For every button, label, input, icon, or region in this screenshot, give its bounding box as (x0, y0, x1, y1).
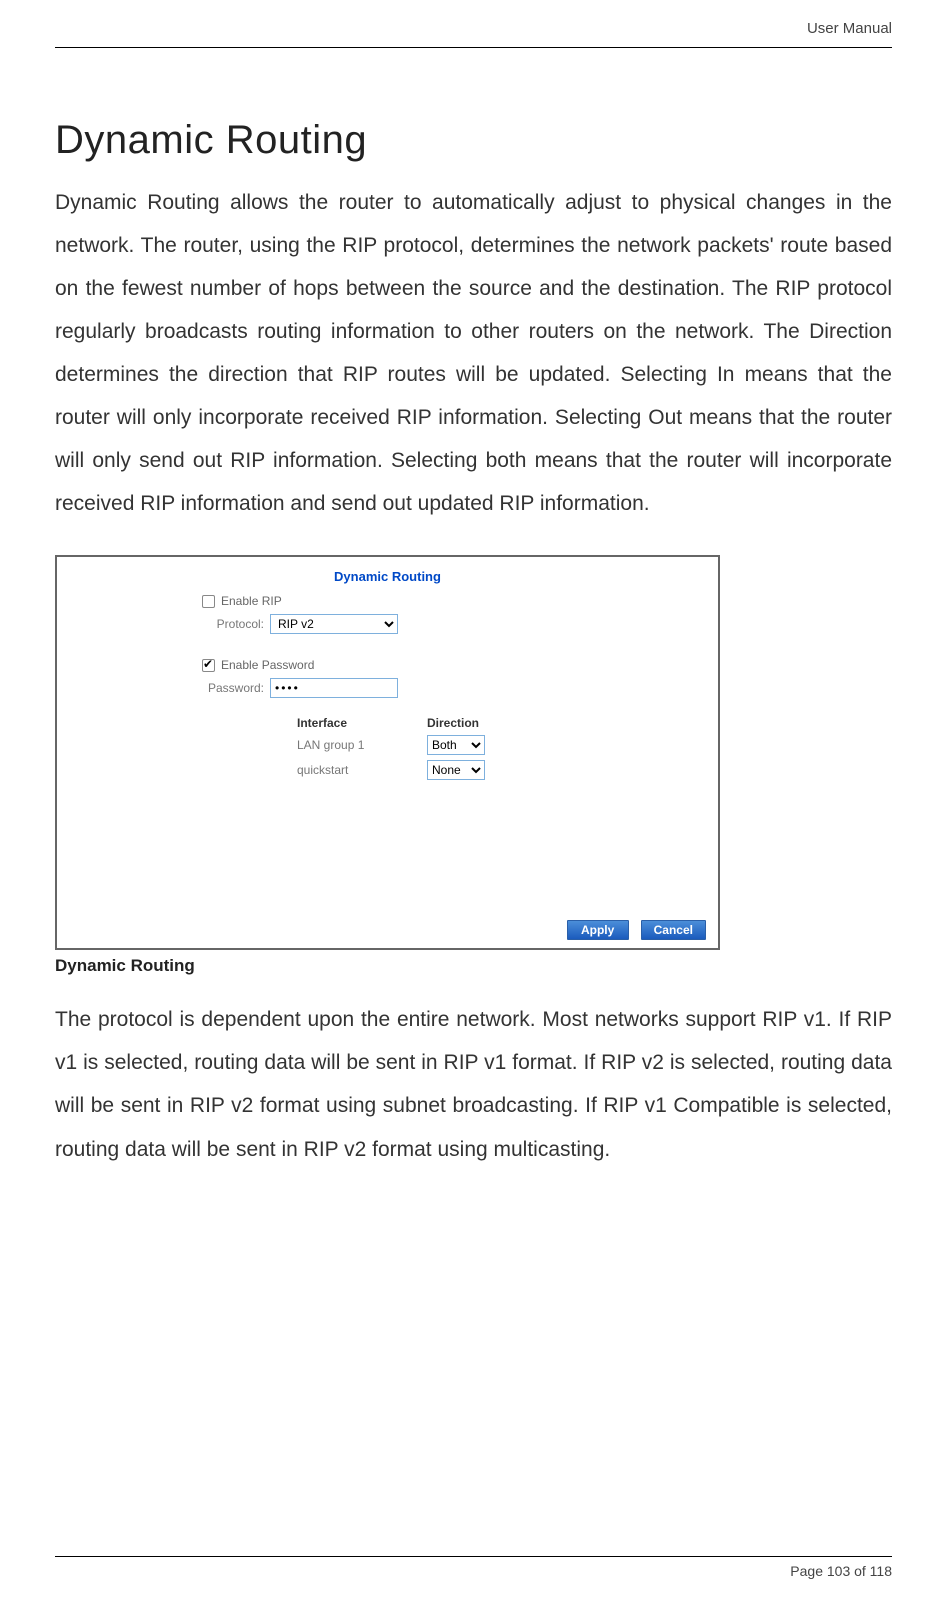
header-label: User Manual (55, 20, 892, 41)
table-row: LAN group 1 Both (297, 735, 698, 755)
footer-rule (55, 1556, 892, 1557)
password-label: Password: (202, 681, 264, 695)
password-field[interactable] (270, 678, 398, 698)
enable-rip-label: Enable RIP (221, 594, 282, 608)
iface-cell: quickstart (297, 763, 427, 777)
panel-heading: Dynamic Routing (77, 569, 698, 584)
enable-password-checkbox[interactable] (202, 659, 215, 672)
page-number: Page 103 of 118 (55, 1563, 892, 1579)
figure-caption: Dynamic Routing (55, 956, 892, 976)
table-header-interface: Interface (297, 716, 427, 730)
enable-rip-checkbox[interactable] (202, 595, 215, 608)
direction-select-lan[interactable]: Both (427, 735, 485, 755)
table-row: quickstart None (297, 760, 698, 780)
table-header-direction: Direction (427, 716, 507, 730)
dynamic-routing-panel: Dynamic Routing Enable RIP Protocol: RIP… (55, 555, 720, 950)
intro-paragraph: Dynamic Routing allows the router to aut… (55, 181, 892, 525)
iface-cell: LAN group 1 (297, 738, 427, 752)
enable-password-label: Enable Password (221, 658, 314, 672)
protocol-label: Protocol: (202, 617, 264, 631)
protocol-select[interactable]: RIP v2 (270, 614, 398, 634)
apply-button[interactable]: Apply (567, 920, 629, 940)
header-rule (55, 47, 892, 48)
protocol-paragraph: The protocol is dependent upon the entir… (55, 998, 892, 1170)
cancel-button[interactable]: Cancel (641, 920, 706, 940)
page-title: Dynamic Routing (55, 118, 892, 163)
direction-select-quickstart[interactable]: None (427, 760, 485, 780)
interface-table: Interface Direction LAN group 1 Both qui… (297, 716, 698, 780)
